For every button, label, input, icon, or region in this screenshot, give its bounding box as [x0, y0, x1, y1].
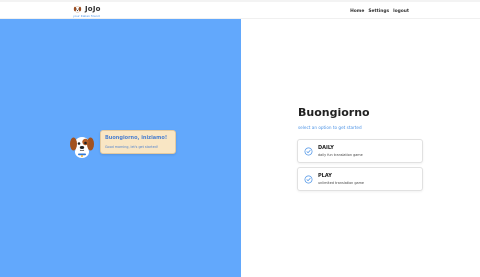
- dog-mascot-icon: [70, 137, 94, 158]
- check-circle-icon: [304, 175, 313, 184]
- bubble-subtitle: Good morning, let's get started!: [105, 145, 159, 149]
- daily-option-description: daily fun translation game: [318, 153, 363, 157]
- brand-name: JoJo: [85, 5, 101, 13]
- bubble-title: Buongiorno, iniziamo!: [105, 135, 168, 141]
- play-option-title: PLAY: [318, 173, 332, 179]
- daily-option-title: DAILY: [318, 145, 334, 151]
- options-panel: Buongiorno select an option to get start…: [241, 19, 480, 277]
- check-circle-icon: [304, 147, 313, 156]
- nav-menu: Home Settings logout: [350, 9, 409, 14]
- nav-settings-link[interactable]: Settings: [368, 9, 389, 14]
- page-title: Buongiorno: [298, 106, 370, 119]
- brand-tagline: your italian friend: [73, 14, 100, 18]
- page-subtitle: select an option to get started: [298, 125, 362, 130]
- top-navbar: JoJo your italian friend Home Settings l…: [0, 0, 480, 19]
- play-option-description: unlimited translation game: [318, 181, 365, 185]
- nav-home-link[interactable]: Home: [350, 9, 364, 14]
- daily-option-card[interactable]: DAILY daily fun translation game: [297, 139, 423, 163]
- nav-logout-link[interactable]: logout: [393, 9, 409, 14]
- speech-bubble: Buongiorno, iniziamo! Good morning, let'…: [100, 130, 176, 154]
- play-option-card[interactable]: PLAY unlimited translation game: [297, 167, 423, 191]
- dog-logo-icon: [73, 6, 82, 13]
